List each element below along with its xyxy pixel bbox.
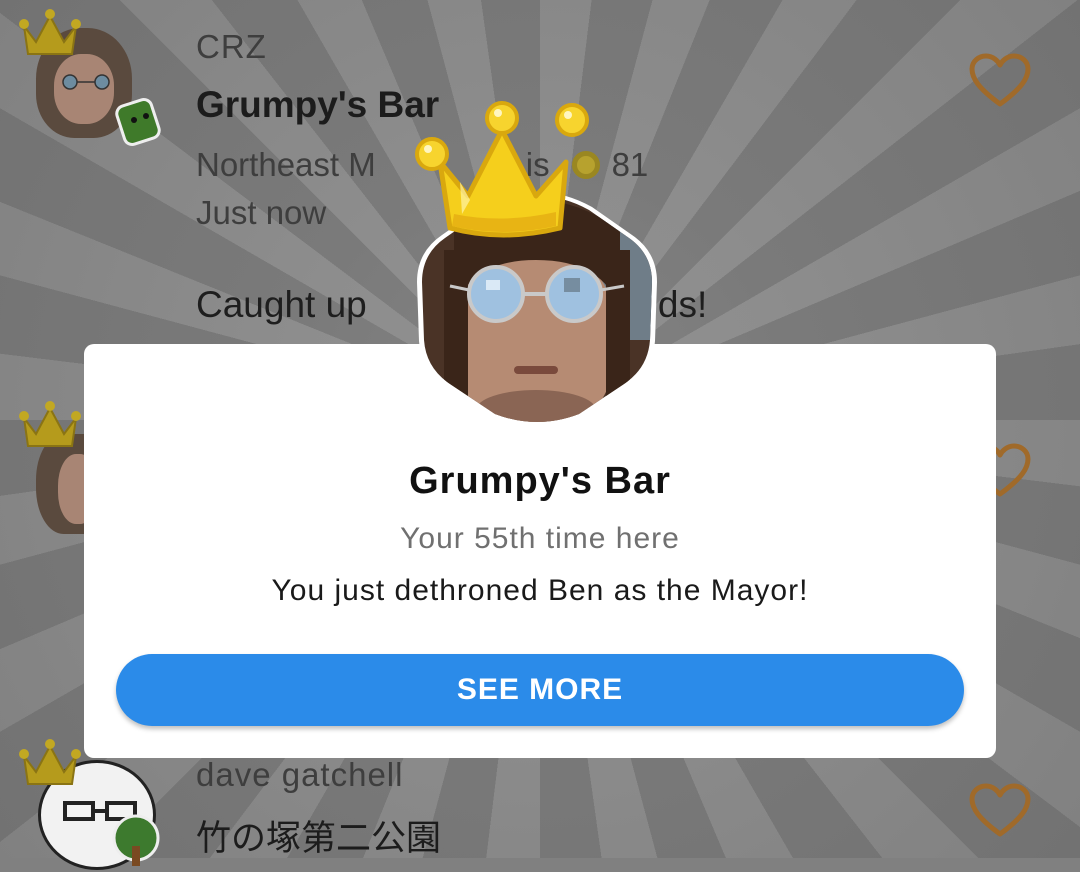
- coin-count: 81: [611, 146, 649, 183]
- visit-count-text: Your 55th time here: [400, 522, 680, 555]
- heart-icon[interactable]: [968, 782, 1032, 840]
- mayor-message: You just dethroned Ben as the Mayor!: [271, 574, 809, 607]
- heart-icon[interactable]: [968, 52, 1032, 110]
- feed-username[interactable]: dave gatchell: [196, 756, 403, 794]
- feed-timestamp: Just now: [196, 194, 327, 231]
- tree-sticker-icon: [112, 814, 160, 866]
- crown-icon: [415, 101, 589, 238]
- sticker-icon: [115, 97, 161, 147]
- modal-venue-title: Grumpy's Bar: [409, 460, 671, 502]
- see-more-button[interactable]: SEE MORE: [116, 654, 964, 726]
- feed-venue-name[interactable]: Grumpy's Bar: [196, 84, 439, 126]
- sunglasses-icon: [62, 74, 110, 90]
- feed-venue-name[interactable]: 竹の塚第二公園: [196, 810, 441, 861]
- shout-text-left: Caught up: [196, 284, 367, 325]
- location-text-left: Northeast M: [196, 146, 376, 183]
- crown-icon: [19, 739, 81, 785]
- feed-username[interactable]: CRZ: [196, 28, 267, 66]
- crown-icon: [19, 401, 81, 447]
- crown-icon: [19, 9, 81, 55]
